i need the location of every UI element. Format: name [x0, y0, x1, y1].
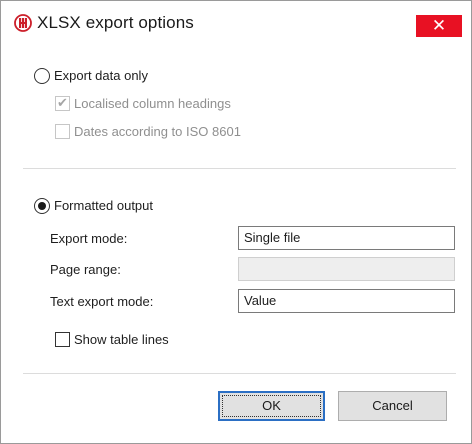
show-table-lines-checkbox[interactable]	[55, 332, 70, 347]
export-mode-label: Export mode:	[50, 231, 128, 246]
close-button[interactable]: ✕	[416, 15, 462, 37]
focus-rectangle	[222, 395, 321, 417]
iso-dates-checkbox[interactable]	[55, 124, 70, 139]
checkmark-icon: ✔	[57, 95, 68, 110]
export-options-dialog: XLSX export options ✕ Export data only ✔…	[0, 0, 472, 444]
cancel-button-label: Cancel	[372, 398, 413, 413]
page-range-label: Page range:	[50, 262, 121, 277]
export-data-only-label[interactable]: Export data only	[54, 68, 148, 83]
show-table-lines-label[interactable]: Show table lines	[74, 332, 169, 347]
cancel-button[interactable]: Cancel	[338, 391, 447, 421]
title-bar[interactable]: XLSX export options ✕	[1, 1, 471, 45]
formatted-output-radio[interactable]	[34, 198, 50, 214]
hh-logo-icon	[14, 14, 32, 32]
ok-button[interactable]: OK	[218, 391, 325, 421]
localised-headings-checkbox[interactable]: ✔	[55, 95, 70, 111]
formatted-output-label[interactable]: Formatted output	[54, 198, 153, 213]
page-range-field[interactable]	[238, 257, 455, 281]
separator	[23, 168, 456, 169]
window-title: XLSX export options	[37, 13, 194, 32]
export-mode-field[interactable]: Single file	[238, 226, 455, 250]
localised-headings-label: Localised column headings	[74, 96, 231, 111]
text-export-mode-label: Text export mode:	[50, 294, 154, 309]
dialog-body: Export data only ✔ Localised column head…	[12, 46, 460, 440]
text-export-mode-field[interactable]: Value	[238, 289, 455, 313]
export-data-only-radio[interactable]	[34, 68, 50, 84]
separator	[23, 373, 456, 374]
iso-dates-label: Dates according to ISO 8601	[74, 124, 241, 139]
close-icon: ✕	[431, 16, 447, 35]
